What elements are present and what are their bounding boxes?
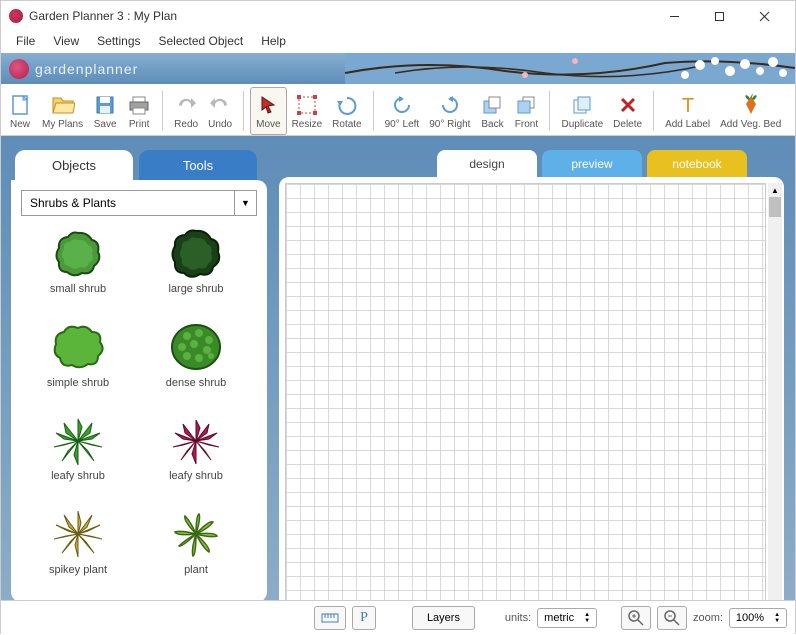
duplicate-button[interactable]: Duplicate xyxy=(556,87,608,135)
category-select[interactable]: Shrubs & Plants ▼ xyxy=(21,190,257,216)
canvas-panel: ▲ ▼ ◀ ▶ xyxy=(279,177,784,635)
object-item[interactable]: large shrub xyxy=(139,226,253,312)
delete-button[interactable]: Delete xyxy=(608,87,647,135)
object-item[interactable]: spikey plant xyxy=(21,507,135,593)
tab-preview[interactable]: preview xyxy=(542,150,642,177)
rotate-left-button[interactable]: 90° Left xyxy=(380,87,425,135)
print-button[interactable]: Print xyxy=(122,87,156,135)
close-button[interactable] xyxy=(742,1,787,31)
brand-text: gardenplanner xyxy=(35,61,138,77)
send-back-button[interactable]: Back xyxy=(475,87,509,135)
vertical-scrollbar[interactable]: ▲ ▼ xyxy=(768,183,782,621)
minimize-button[interactable] xyxy=(652,1,697,31)
shrub-cloud-green-icon xyxy=(48,320,108,375)
add-label-button[interactable]: TAdd Label xyxy=(660,87,715,135)
object-grid: small shrub large shrub simple shrub dense … xyxy=(21,226,257,592)
properties-button[interactable]: P xyxy=(352,606,376,630)
layers-button[interactable]: Layers xyxy=(412,606,475,630)
zoom-out-button[interactable] xyxy=(657,606,687,630)
menubar: File View Settings Selected Object Help xyxy=(1,31,795,53)
app-icon xyxy=(9,9,23,23)
shrub-round-dark-icon xyxy=(166,226,226,281)
menu-file[interactable]: File xyxy=(7,31,44,53)
object-item[interactable]: dense shrub xyxy=(139,320,253,406)
plant-star-green-icon xyxy=(166,507,226,562)
object-label: simple shrub xyxy=(47,377,109,389)
plant-spike-yellow-icon xyxy=(48,507,108,562)
object-item[interactable]: small shrub xyxy=(21,226,135,312)
object-item[interactable]: leafy shrub xyxy=(139,413,253,499)
object-label: dense shrub xyxy=(166,377,227,389)
brand-logo-icon xyxy=(9,59,29,79)
menu-help[interactable]: Help xyxy=(252,31,295,53)
tab-tools[interactable]: Tools xyxy=(139,150,257,180)
zoom-in-button[interactable] xyxy=(621,606,651,630)
my-plans-button[interactable]: My Plans xyxy=(37,87,88,135)
shrub-round-green-icon xyxy=(48,226,108,281)
object-item[interactable]: simple shrub xyxy=(21,320,135,406)
palette: Objects Tools Shrubs & Plants ▼ small sh… xyxy=(11,150,267,635)
palette-panel: Shrubs & Plants ▼ small shrub large shrub… xyxy=(11,180,267,602)
shrub-leafy-green-icon xyxy=(48,413,108,468)
object-label: plant xyxy=(184,564,208,576)
menu-selected-object[interactable]: Selected Object xyxy=(150,31,253,53)
category-label: Shrubs & Plants xyxy=(22,191,234,215)
titlebar: Garden Planner 3 : My Plan xyxy=(1,1,795,31)
rotate-right-button[interactable]: 90° Right xyxy=(424,87,475,135)
status-bar: P Layers units: metric▲▼ zoom: 100%▲▼ xyxy=(1,600,795,635)
add-veg-bed-button[interactable]: Add Veg. Bed xyxy=(715,87,786,135)
new-button[interactable]: New xyxy=(3,87,37,135)
menu-settings[interactable]: Settings xyxy=(88,31,149,53)
tab-objects[interactable]: Objects xyxy=(15,150,133,180)
units-label: units: xyxy=(505,612,531,624)
canvas-area: design preview notebook ▲ ▼ ◀ ▶ xyxy=(279,150,795,635)
design-canvas[interactable] xyxy=(285,183,766,621)
bring-front-button[interactable]: Front xyxy=(509,87,543,135)
scroll-up-icon[interactable]: ▲ xyxy=(768,183,782,197)
shrub-leafy-red-icon xyxy=(166,413,226,468)
brand-band: gardenplanner xyxy=(1,53,795,84)
rotate-button[interactable]: Rotate xyxy=(327,87,366,135)
window-title: Garden Planner 3 : My Plan xyxy=(29,9,652,23)
undo-button[interactable]: Undo xyxy=(203,87,237,135)
units-select[interactable]: metric▲▼ xyxy=(537,608,597,628)
scroll-thumb[interactable] xyxy=(769,197,781,217)
object-label: leafy shrub xyxy=(169,470,223,482)
menu-view[interactable]: View xyxy=(44,31,88,53)
zoom-label: zoom: xyxy=(693,612,723,624)
tab-design[interactable]: design xyxy=(437,150,537,177)
object-label: spikey plant xyxy=(49,564,107,576)
maximize-button[interactable] xyxy=(697,1,742,31)
main-area: Objects Tools Shrubs & Plants ▼ small sh… xyxy=(1,136,795,635)
toolbar: New My Plans Save Print Redo Undo Move R… xyxy=(1,84,795,136)
redo-button[interactable]: Redo xyxy=(169,87,203,135)
branch-decoration xyxy=(345,53,795,84)
tab-notebook[interactable]: notebook xyxy=(647,150,747,177)
ruler-button[interactable] xyxy=(314,606,346,630)
object-label: small shrub xyxy=(50,283,106,295)
svg-text:T: T xyxy=(681,95,693,115)
move-button[interactable]: Move xyxy=(250,87,286,135)
dropdown-arrow-icon[interactable]: ▼ xyxy=(234,191,256,215)
object-label: large shrub xyxy=(168,283,223,295)
shrub-dense-green-icon xyxy=(166,320,226,375)
save-button[interactable]: Save xyxy=(88,87,122,135)
object-item[interactable]: leafy shrub xyxy=(21,413,135,499)
object-item[interactable]: plant xyxy=(139,507,253,593)
object-label: leafy shrub xyxy=(51,470,105,482)
resize-button[interactable]: Resize xyxy=(287,87,328,135)
zoom-select[interactable]: 100%▲▼ xyxy=(729,608,787,628)
